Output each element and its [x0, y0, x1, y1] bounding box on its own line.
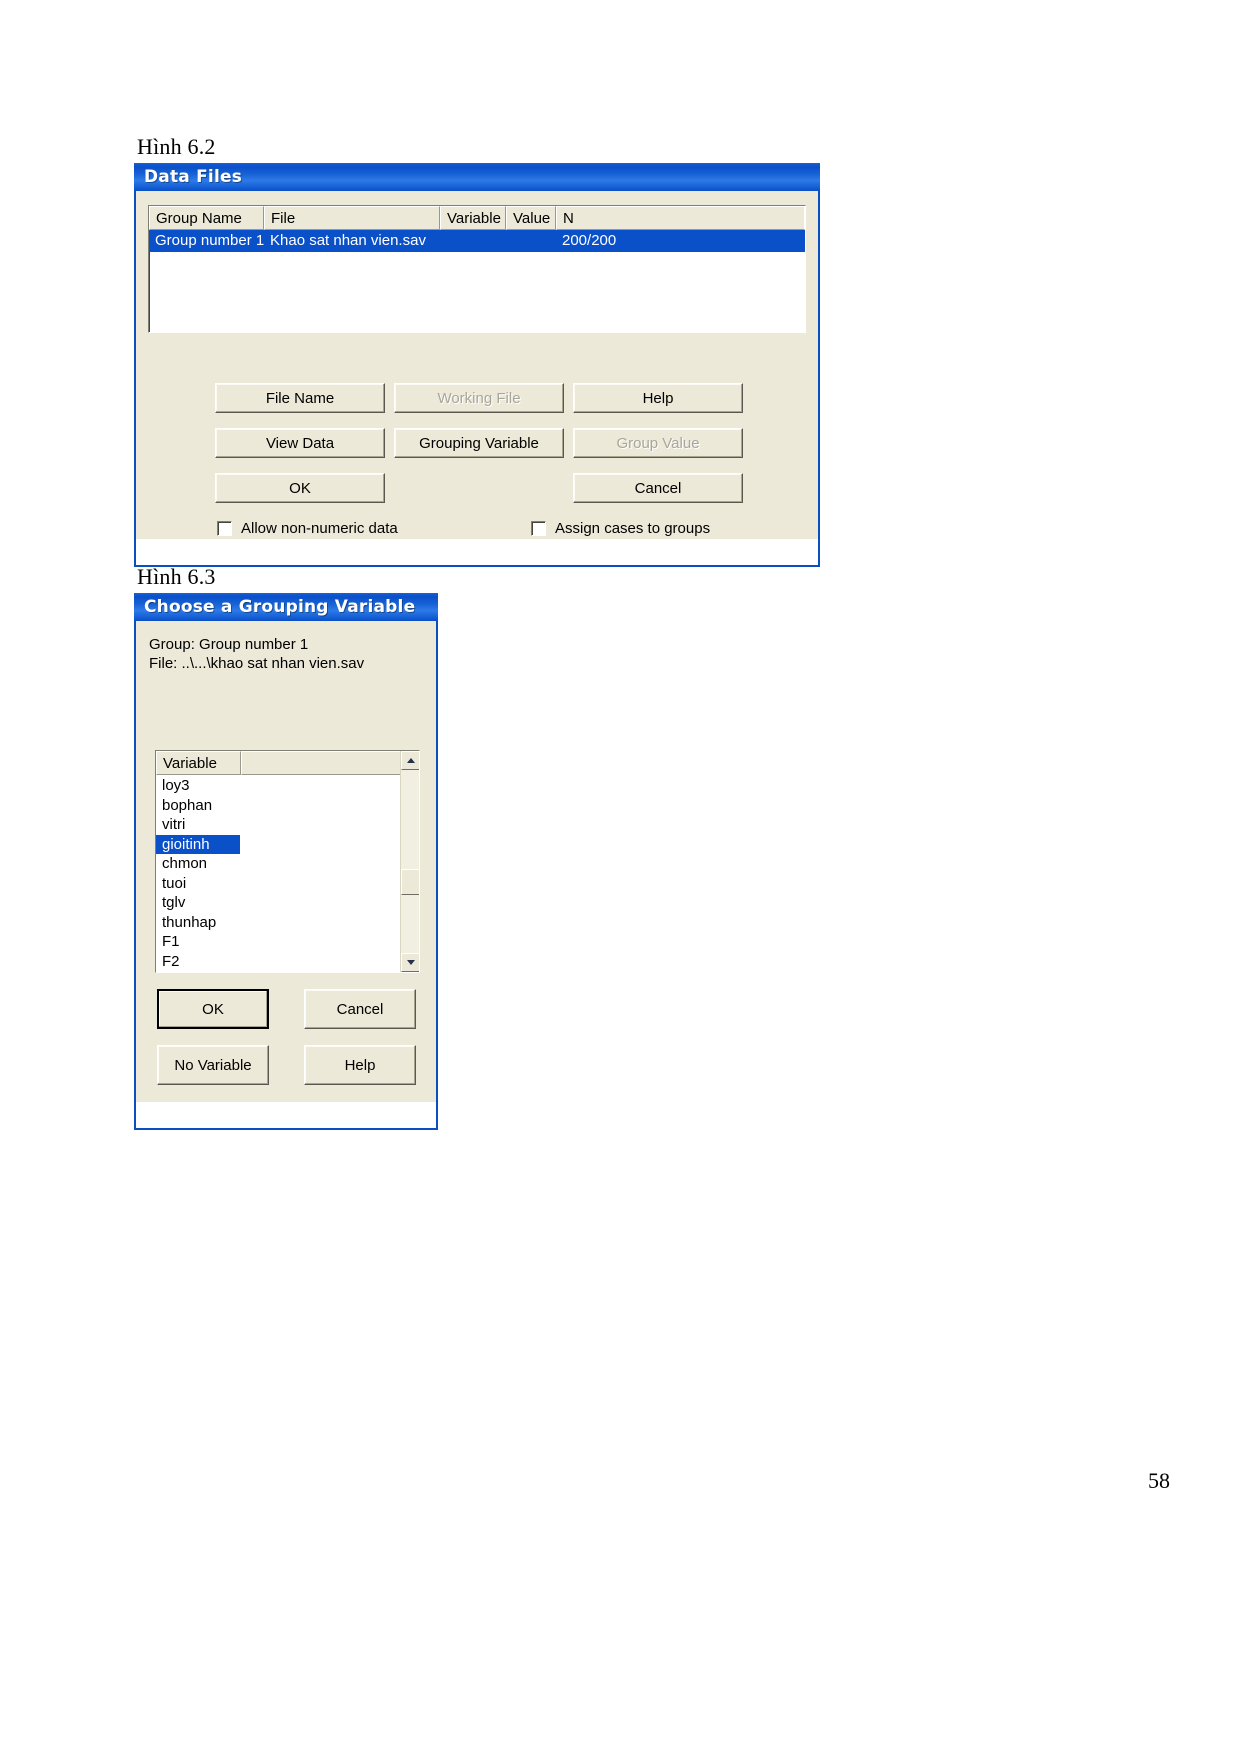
list-item[interactable]: tuoi [156, 874, 240, 894]
grouping-info-group: Group: Group number 1 [149, 636, 309, 653]
list-item[interactable]: chmon [156, 854, 240, 874]
variable-list-scrollbar[interactable] [400, 751, 419, 972]
data-files-body: Group Name File Variable Value N Group n… [136, 191, 818, 539]
data-files-titlebar: Data Files [134, 163, 820, 191]
choose-grouping-variable-dialog: Choose a Grouping Variable Group: Group … [134, 593, 438, 1130]
ok-button[interactable]: OK [215, 473, 385, 503]
cell-value [506, 230, 556, 252]
cell-file: Khao sat nhan vien.sav [270, 232, 426, 249]
variable-list[interactable]: Variable loy3 bophan vitri gioitinh chmon tuo… [155, 750, 420, 973]
scroll-down-button[interactable] [401, 953, 419, 972]
variable-list-header: Variable [156, 751, 419, 775]
file-name-button[interactable]: File Name [215, 383, 385, 413]
list-item[interactable]: F2 [156, 952, 240, 972]
scroll-up-button[interactable] [401, 751, 419, 770]
column-header-blank[interactable] [241, 751, 419, 775]
list-item[interactable]: gioitinh [156, 834, 240, 854]
figure-caption-6-3: Hình 6.3 [137, 564, 216, 589]
assign-cases-to-groups-label: Assign cases to groups [555, 520, 711, 537]
column-header-value[interactable]: Value [506, 206, 556, 230]
column-header-file[interactable]: File [264, 206, 440, 230]
list-item[interactable]: vitri [156, 815, 240, 835]
assign-cases-to-groups-checkbox[interactable]: Assign cases to groups [531, 520, 710, 537]
working-file-button: Working File [394, 383, 564, 413]
grouping-body: Group: Group number 1 File: ..\...\khao … [136, 621, 436, 1102]
help-button[interactable]: Help [304, 1045, 416, 1085]
cell-group-name: Group number 1 [155, 232, 264, 249]
scrollbar-thumb[interactable] [401, 869, 419, 895]
grouping-titlebar: Choose a Grouping Variable [134, 593, 438, 621]
cell-variable [440, 230, 506, 252]
list-item[interactable]: loy3 [156, 776, 240, 796]
figure-caption-6-2: Hình 6.2 [137, 134, 216, 159]
ok-button[interactable]: OK [157, 989, 269, 1029]
page-number: 58 [1148, 1468, 1170, 1493]
data-files-frame: Group Name File Variable Value N Group n… [134, 191, 820, 567]
grouping-frame: Group: Group number 1 File: ..\...\khao … [134, 621, 438, 1130]
list-item[interactable]: F1 [156, 932, 240, 952]
grouping-variable-button[interactable]: Grouping Variable [394, 428, 564, 458]
help-button[interactable]: Help [573, 383, 743, 413]
variable-list-items[interactable]: loy3 bophan vitri gioitinh chmon tuoi tglv thun… [156, 775, 419, 972]
data-files-title: Data Files [144, 167, 243, 187]
column-header-variable[interactable]: Variable [440, 206, 506, 230]
cancel-button[interactable]: Cancel [573, 473, 743, 503]
group-value-button: Group Value [573, 428, 743, 458]
grouping-info-file: File: ..\...\khao sat nhan vien.sav [149, 655, 365, 672]
column-header-group-name[interactable]: Group Name [149, 206, 264, 230]
checkbox-icon[interactable] [531, 521, 546, 536]
data-files-dialog: Data Files Group Name File Variable Valu… [134, 163, 820, 567]
allow-non-numeric-data-checkbox[interactable]: Allow non-numeric data [217, 520, 398, 537]
checkbox-icon[interactable] [217, 521, 232, 536]
no-variable-button[interactable]: No Variable [157, 1045, 269, 1085]
list-item[interactable]: F3 [156, 971, 240, 972]
view-data-button[interactable]: View Data [215, 428, 385, 458]
list-item[interactable]: thunhap [156, 913, 240, 933]
allow-non-numeric-data-label: Allow non-numeric data [241, 520, 398, 537]
data-files-table-header: Group Name File Variable Value N [149, 206, 805, 230]
grouping-dialog-title: Choose a Grouping Variable [144, 597, 416, 617]
data-files-table[interactable]: Group Name File Variable Value N Group n… [148, 205, 806, 333]
chevron-down-icon [406, 960, 415, 965]
column-header-variable[interactable]: Variable [156, 751, 241, 775]
list-item[interactable]: tglv [156, 893, 240, 913]
grouping-info-block: Group: Group number 1 File: ..\...\khao … [149, 635, 364, 673]
column-header-n[interactable]: N [556, 206, 805, 230]
cancel-button[interactable]: Cancel [304, 989, 416, 1029]
table-row[interactable]: Group number 1 Khao sat nhan vien.sav 20… [149, 230, 805, 252]
chevron-up-icon [406, 758, 415, 763]
list-item[interactable]: bophan [156, 796, 240, 816]
cell-n: 200/200 [562, 232, 617, 249]
